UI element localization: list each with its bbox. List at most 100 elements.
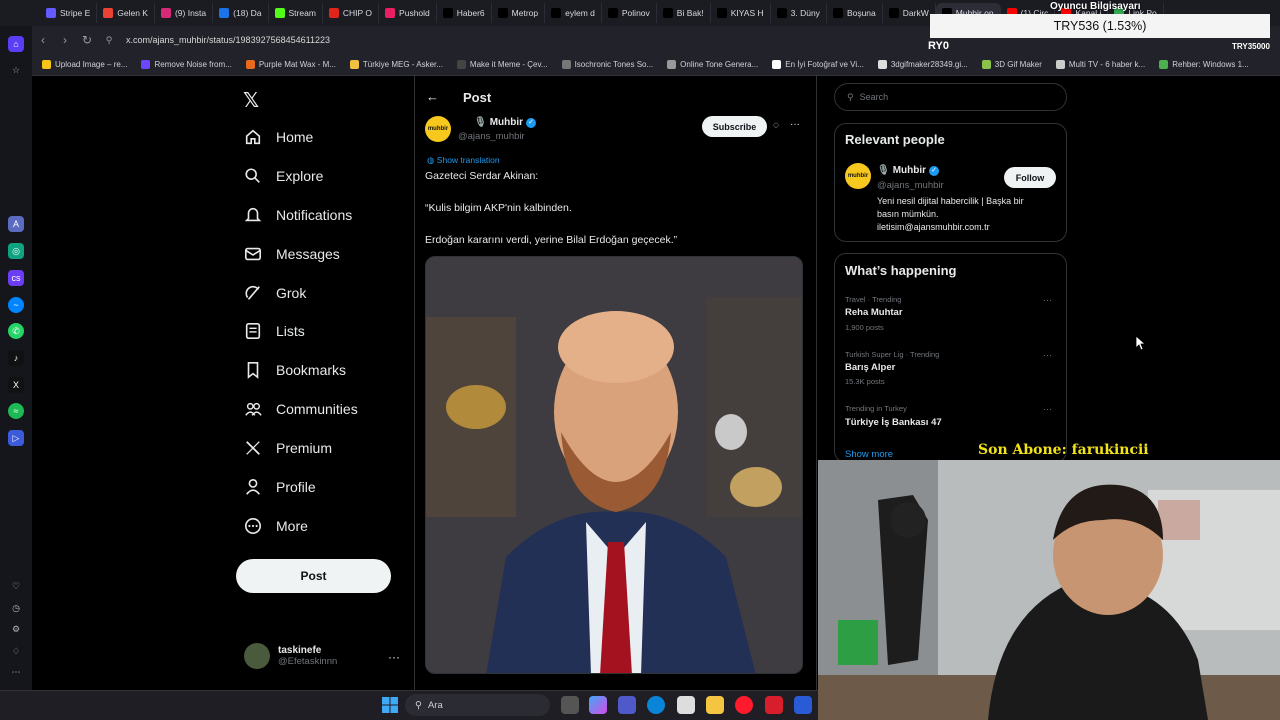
nav-item-grok[interactable]: Grok (244, 284, 306, 302)
more-icon[interactable]: ⋯ (8, 664, 24, 680)
bookmark-item[interactable]: Remove Noise from... (141, 60, 232, 69)
player-icon[interactable]: ▷ (8, 430, 24, 446)
trend-name[interactable]: Türkiye İş Bankası 47 (845, 417, 942, 428)
bookmark-item[interactable]: Upload Image – re... (42, 60, 127, 69)
search-placeholder: Search (859, 92, 889, 102)
nav-item-explore[interactable]: Explore (244, 167, 323, 185)
browser-tab[interactable]: CHIP O (323, 3, 380, 23)
bookmark-item[interactable]: Multi TV - 6 haber k... (1055, 60, 1145, 69)
site-info-icon[interactable]: ⚲ (98, 35, 120, 46)
opera-icon[interactable] (735, 696, 753, 714)
author-name[interactable]: 🎙 Muhbir ✓ (474, 117, 537, 128)
cs-icon[interactable]: cs (8, 270, 24, 286)
messenger-icon[interactable]: ~ (8, 297, 24, 313)
store-icon[interactable] (677, 696, 695, 714)
lightbulb-icon[interactable]: ♢ (8, 643, 24, 659)
x-icon[interactable]: X (8, 377, 24, 393)
bookmark-item[interactable]: Purple Mat Wax - M... (245, 60, 336, 69)
browser-tab[interactable]: Metrop (492, 3, 546, 23)
more-icon[interactable]: ··· (388, 650, 400, 664)
app-icon[interactable] (794, 696, 812, 714)
file-explorer-icon[interactable] (706, 696, 724, 714)
nav-item-home[interactable]: Home (244, 128, 313, 146)
aria-icon[interactable]: A (8, 216, 24, 232)
browser-tab[interactable]: Stream (269, 3, 323, 23)
nav-item-premium[interactable]: Premium (244, 439, 332, 457)
nav-item-bookmarks[interactable]: Bookmarks (244, 361, 346, 379)
bookmark-item[interactable]: Isochronic Tones So... (561, 60, 653, 69)
person-handle[interactable]: @ajans_muhbir (877, 180, 944, 191)
tiktok-icon[interactable]: ♪ (8, 350, 24, 366)
home-icon[interactable]: ⌂ (8, 36, 24, 52)
bookmark-item[interactable]: Rehber: Windows 1... (1159, 60, 1249, 69)
chatgpt-icon[interactable]: ◎ (8, 243, 24, 259)
bookmark-item[interactable]: Online Tone Genera... (667, 60, 758, 69)
nav-item-lists[interactable]: Lists (244, 322, 305, 340)
browser-tab[interactable]: (9) Insta (155, 3, 214, 23)
browser-tab[interactable]: eylem d (545, 3, 602, 23)
grok-icon[interactable]: ◌ (773, 120, 779, 131)
bookmark-item[interactable]: Türkiye MEG - Asker... (349, 60, 443, 69)
post-button[interactable]: Post (236, 559, 391, 593)
follow-button[interactable]: Follow (1004, 167, 1056, 188)
nav-item-communities[interactable]: Communities (244, 400, 358, 418)
browser-tab[interactable]: DarkW (883, 3, 936, 23)
author-handle[interactable]: @ajans_muhbir (458, 131, 525, 142)
browser-tab[interactable]: Bi Bak! (657, 3, 711, 23)
home-icon (245, 129, 261, 145)
trend-more-icon[interactable]: ··· (1043, 350, 1052, 360)
trend-name[interactable]: Barış Alper (845, 362, 895, 373)
browser-tab[interactable]: 3. Düny (771, 3, 827, 23)
trend-name[interactable]: Reha Muhtar (845, 307, 903, 318)
back-icon[interactable]: ‹ (32, 33, 54, 47)
bookmark-item[interactable]: Make it Meme - Çev... (456, 60, 548, 69)
browser-tab[interactable]: Pushold (379, 3, 437, 23)
bookmark-item[interactable]: En İyi Fotoğraf ve Vi... (772, 60, 864, 69)
windows-start-icon[interactable] (382, 697, 398, 713)
subscribe-button[interactable]: Subscribe (702, 116, 767, 137)
search-input[interactable]: ⚲ Search (834, 83, 1067, 111)
browser-tab[interactable]: Boşuna (827, 3, 883, 23)
nav-item-notifications[interactable]: Notifications (244, 206, 352, 224)
account-switcher[interactable]: taskinefe @Efetaskinnn (244, 643, 337, 669)
trend-more-icon[interactable]: ··· (1043, 404, 1052, 414)
history-icon[interactable]: ◷ (8, 600, 24, 616)
browser-tab[interactable]: Gelen K (97, 3, 155, 23)
author-avatar[interactable]: muhbir (425, 116, 451, 142)
person-name[interactable]: 🎙 Muhbir ✓ (877, 165, 940, 176)
show-translation-link[interactable]: ◍ Show translation (427, 155, 500, 166)
nav-item-more[interactable]: More (244, 517, 308, 535)
settings-icon[interactable]: ⚙ (8, 621, 24, 637)
browser-tab[interactable]: Polinov (602, 3, 657, 23)
post-image[interactable] (425, 256, 803, 674)
back-arrow-icon[interactable]: ← (426, 89, 439, 104)
forward-icon[interactable]: › (54, 33, 76, 47)
x-logo-icon[interactable]: 𝕏 (243, 88, 259, 113)
task-view-icon[interactable] (561, 696, 579, 714)
bookmark-favicon-icon (42, 60, 51, 69)
person-avatar[interactable]: muhbir (845, 163, 871, 189)
edge-icon[interactable] (647, 696, 665, 714)
bookmark-item[interactable]: 3dgifmaker28349.gi... (877, 60, 968, 69)
show-more-link[interactable]: Show more (845, 449, 893, 460)
nav-item-messages[interactable]: Messages (244, 245, 340, 263)
trend-more-icon[interactable]: ··· (1043, 295, 1052, 305)
spotify-icon[interactable]: ≈ (8, 403, 24, 419)
browser-tab[interactable]: (18) Da (213, 3, 269, 23)
teams-icon[interactable] (618, 696, 636, 714)
browser-tab[interactable]: Haber6 (437, 3, 492, 23)
url-field[interactable]: x.com/ajans_muhbir/status/19839275684546… (126, 35, 330, 45)
star-icon[interactable]: ☆ (8, 62, 24, 78)
person-bio-line: iletisim@ajansmuhbir.com.tr (877, 222, 990, 232)
post-more-icon[interactable]: ··· (790, 119, 800, 130)
whatsapp-icon[interactable]: ✆ (8, 323, 24, 339)
browser-tab[interactable]: KIYAS H (711, 3, 771, 23)
bookmark-item[interactable]: 3D Gif Maker (981, 60, 1042, 69)
browser-tab[interactable]: Stripe E (40, 3, 98, 23)
heart-icon[interactable]: ♡ (8, 578, 24, 594)
reload-icon[interactable]: ↻ (76, 33, 98, 47)
copilot-icon[interactable] (589, 696, 607, 714)
wps-icon[interactable] (765, 696, 783, 714)
nav-item-profile[interactable]: Profile (244, 478, 316, 496)
taskbar-search[interactable]: ⚲ Ara (405, 694, 550, 716)
